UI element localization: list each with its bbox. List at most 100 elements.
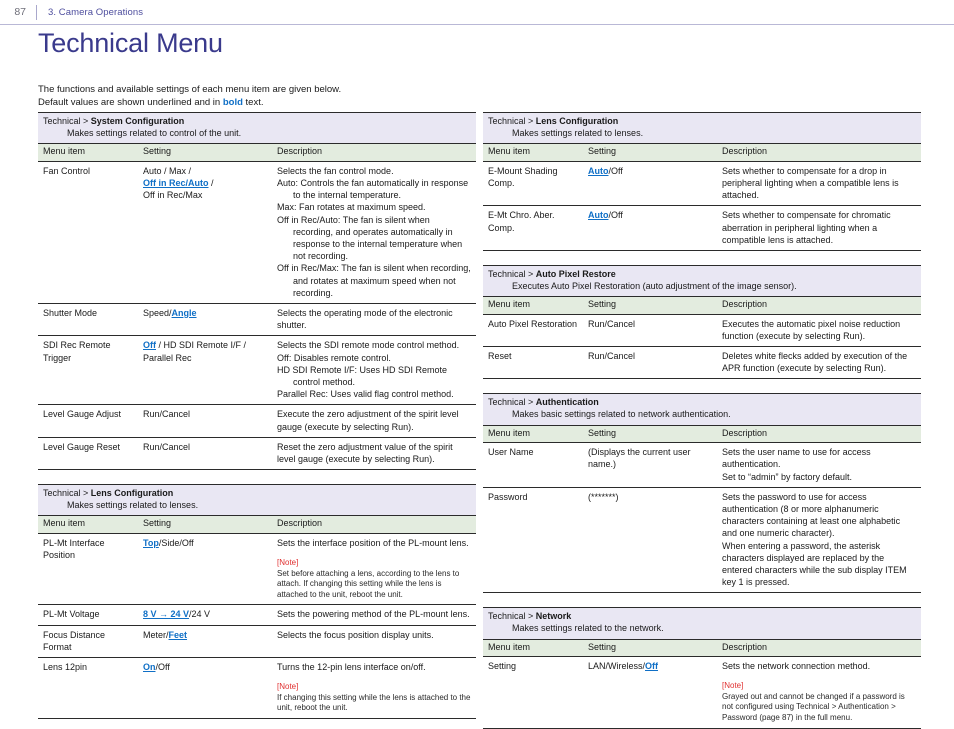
cell-description: Selects the fan control mode. Auto: Contr… [277, 165, 471, 298]
menu-path-prefix: Technical > [488, 268, 536, 279]
table-column-header-row: Menu item Setting Description [483, 143, 921, 162]
cell-description: Sets whether to compensate for a drop in… [722, 165, 899, 201]
settings-table-lens-configuration: Technical > Lens Configuration Makes sett… [483, 112, 921, 251]
cell-setting: Auto/Off [588, 210, 623, 221]
left-column: Technical > System Configuration Makes se… [38, 112, 476, 720]
menu-path-name: System Configuration [90, 116, 185, 126]
cell-setting: Run/Cancel [588, 318, 636, 329]
cell-description: Execute the zero adjustment of the spiri… [277, 409, 459, 432]
cell-menu-item: Level Gauge Adjust [43, 409, 122, 420]
cell-setting: Meter/Feet [143, 629, 188, 640]
cell-setting: Run/Cancel [588, 351, 636, 361]
table-column-header-row: Menu item Setting Description [483, 638, 921, 658]
menu-path: Technical > Network [488, 611, 916, 623]
cell-description: Sets the user name to use for access aut… [722, 447, 871, 482]
column-header-menu-item: Menu item [488, 299, 531, 310]
menu-path-description: Makes settings related to lenses. [512, 127, 644, 138]
table-column-header-row: Menu item Setting Description [38, 143, 476, 162]
cell-menu-item: E-Mt Chro. Aber. Comp. [488, 210, 555, 233]
table-row: PL-Mt Interface Position Top/Side/Off Sets… [38, 534, 476, 606]
column-header-setting: Setting [588, 299, 617, 310]
cell-setting: Auto/Off [588, 165, 623, 176]
settings-table-authentication: Technical > Authentication Makes basic se… [483, 393, 921, 594]
cell-setting: Speed/Angle [143, 307, 197, 318]
table-column-header-row: Menu item Setting Description [483, 424, 921, 444]
column-header-setting: Setting [143, 518, 172, 529]
table-row: Reset Run/Cancel Deletes white flecks adde… [483, 347, 921, 380]
cell-setting: Off / HD SDI Remote I/F / Parallel Rec [143, 340, 247, 363]
cell-description: Reset the zero adjustment value of the s… [277, 441, 453, 464]
table-row: Focus Distance Format Meter/Feet Selects t… [38, 626, 476, 659]
table-row: Auto Pixel Restoration Run/Cancel Executes… [483, 315, 921, 347]
table-section-header: Technical > Lens Configuration Makes sett… [38, 484, 476, 516]
menu-path-description: Makes basic settings related to network … [512, 409, 731, 419]
cell-description: Executes the automatic pixel noise reduc… [722, 318, 901, 341]
column-header-menu-item: Menu item [43, 518, 86, 529]
cell-description: Deletes white flecks added by execution … [722, 351, 908, 374]
cell-description: Selects the operating mode of the electr… [277, 307, 453, 331]
cell-setting: Top/Side/Off [143, 537, 194, 548]
table-section-header: Technical > Network Makes settings relate… [483, 607, 921, 639]
menu-path: Technical > Auto Pixel Restore [488, 269, 916, 281]
column-header-setting: Setting [588, 146, 617, 157]
menu-path-description: Makes settings related to the network. [512, 622, 664, 633]
table-section-header: Technical > Auto Pixel Restore Executes A… [483, 264, 921, 297]
table-row: Shutter Mode Speed/Angle Selects the opera… [38, 304, 476, 337]
cell-menu-item: Auto Pixel Restoration [488, 318, 578, 329]
intro-line-2-suffix: text. [242, 97, 264, 109]
cell-description: Sets the powering method of the PL-mount… [277, 609, 470, 620]
settings-table-auto-pixel-restore: Technical > Auto Pixel Restore Executes A… [483, 264, 921, 380]
menu-path-description: Makes settings related to control of the… [67, 127, 242, 138]
table-column-header-row: Menu item Setting Description [483, 296, 921, 315]
table-row: Level Gauge Adjust Run/Cancel Execute the … [38, 405, 476, 438]
column-header-description: Description [722, 299, 768, 310]
cell-description: Sets the interface position of the PL-mo… [277, 537, 469, 599]
table-row: Lens 12pin On/Off Turns the 12-pin lens in… [38, 658, 476, 720]
menu-path: Technical > System Configuration [43, 116, 471, 128]
menu-path-name: Lens Configuration [90, 488, 174, 499]
column-header-description: Description [722, 641, 768, 652]
menu-path-name: Authentication [535, 397, 599, 408]
column-header-description: Description [722, 427, 768, 438]
column-header-menu-item: Menu item [488, 427, 531, 438]
menu-path-prefix: Technical > [488, 116, 536, 126]
cell-setting: 8 V → 24 V/24 V [143, 609, 211, 620]
intro-line-2: Default values are shown underlined and … [38, 96, 458, 109]
cell-menu-item: SDI Rec Remote Trigger [43, 340, 111, 363]
table-row: Password (*******) Sets the password to us… [483, 488, 921, 594]
intro-bold-word: bold [222, 97, 243, 109]
menu-path-description: Executes Auto Pixel Restoration (auto ad… [512, 280, 797, 291]
right-column: Technical > Lens Configuration Makes sett… [483, 112, 921, 729]
cell-menu-item: PL-Mt Voltage [43, 609, 100, 620]
menu-path-name: Network [535, 611, 572, 622]
page-title: Technical Menu [38, 28, 223, 58]
menu-path-prefix: Technical > [488, 397, 536, 408]
cell-menu-item: PL-Mt Interface Position [43, 537, 105, 561]
cell-menu-item: Lens 12pin [43, 662, 88, 673]
intro-paragraph: The functions and available settings of … [38, 83, 458, 109]
cell-setting: On/Off [143, 662, 170, 673]
cell-setting: Auto / Max / Off in Rec/Auto / Off in Rec/… [143, 165, 214, 201]
cell-description: Sets the password to use for access auth… [722, 491, 907, 588]
menu-path-prefix: Technical > [488, 611, 536, 622]
cell-description: Sets the network connection method. [Note… [722, 661, 905, 722]
table-row: E-Mount Shading Comp. Auto/Off Sets whethe… [483, 162, 921, 207]
column-header-description: Description [277, 518, 323, 529]
cell-menu-item: Focus Distance Format [43, 629, 106, 652]
cell-menu-item: Shutter Mode [43, 307, 98, 318]
cell-menu-item: Password [488, 491, 528, 502]
column-header-description: Description [722, 146, 768, 157]
cell-menu-item: Level Gauge Reset [43, 441, 121, 452]
menu-path-description: Makes settings related to lenses. [67, 499, 199, 510]
column-header-setting: Setting [588, 427, 617, 438]
table-row: PL-Mt Voltage 8 V → 24 V/24 V Sets the pow… [38, 605, 476, 626]
cell-setting: Run/Cancel [143, 409, 191, 420]
cell-menu-item: Fan Control [43, 165, 91, 176]
menu-path-prefix: Technical > [43, 488, 91, 499]
settings-table-system-configuration: Technical > System Configuration Makes se… [38, 112, 476, 471]
menu-path: Technical > Authentication [488, 397, 916, 409]
table-row: Fan Control Auto / Max / Off in Rec/Auto /… [38, 162, 476, 304]
cell-menu-item: E-Mount Shading Comp. [488, 165, 558, 188]
cell-description: Selects the focus position display units… [277, 629, 434, 640]
cell-description: Selects the SDI remote mode control meth… [277, 340, 460, 400]
